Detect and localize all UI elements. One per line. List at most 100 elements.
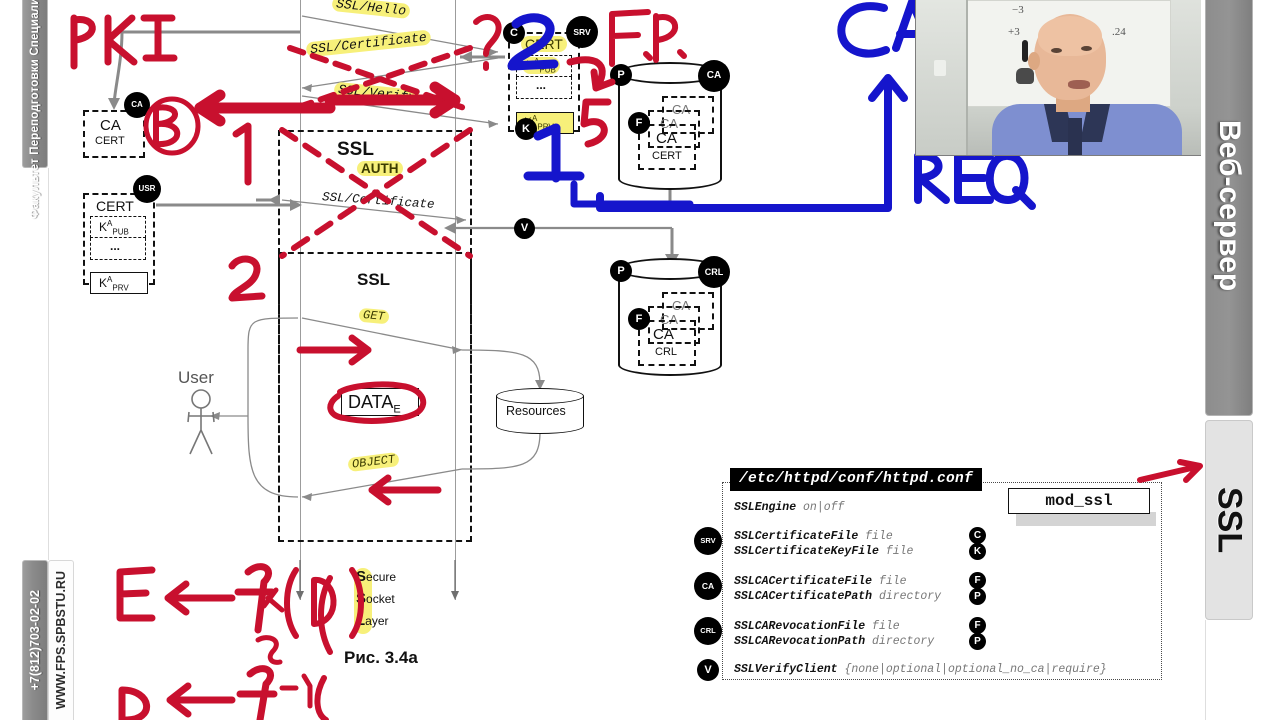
ssl-expansion-rest-0: ecure [366, 570, 397, 584]
data-box-main: DATA [348, 392, 394, 412]
conf-marker-f-ca: F [969, 572, 986, 589]
presenter-placket [1068, 118, 1082, 155]
conf-badge-crl: CRL [694, 617, 722, 645]
conf-value: directory [872, 635, 935, 648]
conf-directive: SSLVerifyClient [734, 663, 838, 676]
badge-ca-left: CA [124, 92, 150, 118]
webcam-overlay[interactable]: −3 +3 .24 [915, 0, 1201, 156]
data-box-label: DATAE [348, 392, 401, 416]
srv-pub-key: KAPUB [522, 57, 560, 75]
ssl-auth-title: SSL [337, 139, 374, 160]
srv-cert-title: CERT [521, 36, 567, 52]
conf-directive: SSLCACertificateFile [734, 575, 873, 588]
conf-line-2-1: SSLCACertificatePath directory [734, 590, 941, 603]
whiteboard-scribble-3: .24 [1112, 26, 1126, 38]
user-pub-key-sub: PUB [112, 227, 129, 237]
conf-line-0-0: SSLEngine on|off [734, 501, 844, 514]
webcam-cup [934, 60, 946, 76]
tab-faculty-label: Факультет Переподготовки Специалистов СП… [29, 0, 41, 220]
badge-ca-store-ca: CA [698, 60, 730, 92]
whiteboard-eraser [1016, 68, 1034, 84]
presenter-ear [1028, 52, 1040, 70]
badge-c: C [503, 22, 525, 44]
user-label: User [178, 368, 214, 387]
user-prv-key-letter: K [99, 276, 108, 290]
mod-ssl-shadow [1016, 512, 1156, 526]
lecture-screencast: SSL AUTH SSL CA CERT CA CERT KAPUB ... K… [0, 0, 1280, 720]
ca-cert-line2: CERT [95, 135, 125, 147]
tab-phone[interactable]: +7(812)703-02-02 [22, 560, 48, 720]
conf-badge-ca: CA [694, 572, 722, 600]
conf-value: file [872, 620, 900, 633]
tab-faculty[interactable]: Факультет Переподготовки Специалистов СП… [22, 0, 48, 220]
presenter-eye-right [1081, 46, 1092, 51]
whiteboard-scribble-1: −3 [1012, 4, 1024, 16]
conf-badge-srv: SRV [694, 527, 722, 555]
ca-cert-line1: CA [100, 117, 121, 134]
ssl-expansion-letter-0: S [356, 568, 367, 585]
badge-usr: USR [133, 175, 161, 203]
badge-crl-store-p: P [610, 260, 632, 282]
conf-marker-k: K [969, 543, 986, 560]
ca-store-line2: CERT [652, 150, 682, 162]
tab-site-label: WWW.FPS.SPBSTU.RU [54, 571, 68, 710]
tab-hairline-left [48, 168, 49, 560]
webcam-doorframe [916, 0, 968, 155]
conf-value: directory [878, 590, 942, 603]
tab-webserver[interactable]: Веб-сервер [1205, 0, 1253, 416]
msg-ssl-certificate-top: SSL/Certificate [305, 29, 432, 58]
ssl-auth-sub: AUTH [357, 161, 403, 176]
msg-ssl-verify: SSL/Verify [333, 81, 421, 106]
msg-get: GET [358, 307, 390, 325]
tab-hairline-right [1205, 620, 1206, 720]
badge-srv: SRV [566, 16, 598, 48]
ssl-expansion: Secure Socket Layer [354, 566, 396, 634]
conf-line-3-1: SSLCARevocationPath directory [734, 635, 934, 648]
httpd-conf-title: /etc/httpd/conf/httpd.conf [730, 468, 983, 491]
conf-directive: SSLEngine [734, 501, 797, 514]
conf-marker-p-crl: P [969, 633, 986, 650]
conf-directive: SSLCertificateFile [734, 530, 859, 543]
presenter-eye-left [1051, 48, 1062, 53]
tab-site[interactable]: WWW.FPS.SPBSTU.RU [48, 560, 74, 720]
conf-marker-p-ca: P [969, 588, 986, 605]
user-stick-figure [187, 389, 215, 455]
ssl-expansion-line-1: Socket [356, 588, 396, 610]
user-more-ellipsis: ... [110, 239, 121, 253]
conf-line-1-0: SSLCertificateFile file [734, 530, 893, 543]
ssl-auth-block [278, 130, 472, 254]
resources-label: Resources [506, 404, 566, 418]
user-pub-key-letter: K [99, 220, 108, 234]
conf-directive: SSLCACertificatePath [734, 590, 873, 603]
whiteboard-scribble-2: +3 [1008, 26, 1020, 38]
user-prv-key-sub: PRV [112, 283, 129, 293]
conf-value: file [878, 575, 907, 588]
user-pub-key: KAPUB [99, 219, 129, 236]
badge-crl-store-f: F [628, 308, 650, 330]
figure-caption: Рис. 3.4а [344, 648, 418, 667]
badge-ca-store-f: F [628, 112, 650, 134]
mod-ssl-box: mod_ssl [1008, 488, 1150, 514]
badge-ca-store-p: P [610, 64, 632, 86]
conf-directive: SSLCertificateKeyFile [734, 545, 879, 558]
tab-phone-label: +7(812)703-02-02 [28, 590, 42, 691]
srv-more-ellipsis: ... [536, 78, 547, 92]
badge-crl-store-crl: CRL [698, 256, 730, 288]
conf-line-1-1: SSLCertificateKeyFile file [734, 545, 913, 558]
conf-marker-f-crl: F [969, 617, 986, 634]
conf-directive: SSLCARevocationFile [734, 620, 866, 633]
crl-store-line1: CA [653, 326, 674, 343]
ssl-expansion-line-0: Secure [356, 566, 396, 588]
tab-ssl[interactable]: SSL [1205, 420, 1253, 620]
conf-line-2-0: SSLCACertificateFile file [734, 575, 907, 588]
user-prv-key: KAPRV [99, 275, 129, 292]
conf-line-4-0: SSLVerifyClient {none|optional|optional_… [734, 663, 1107, 676]
msg-ssl-hello: SSL/Hello [331, 0, 411, 20]
ssl-expansion-letter-1: S [356, 590, 367, 607]
conf-directive: SSLCARevocationPath [734, 635, 866, 648]
badge-verify: V [514, 218, 535, 239]
data-box-sub: E [393, 403, 401, 416]
ssl-expansion-rest-2: ayer [365, 614, 389, 628]
conf-value: file [885, 545, 914, 558]
badge-k: K [515, 118, 537, 140]
